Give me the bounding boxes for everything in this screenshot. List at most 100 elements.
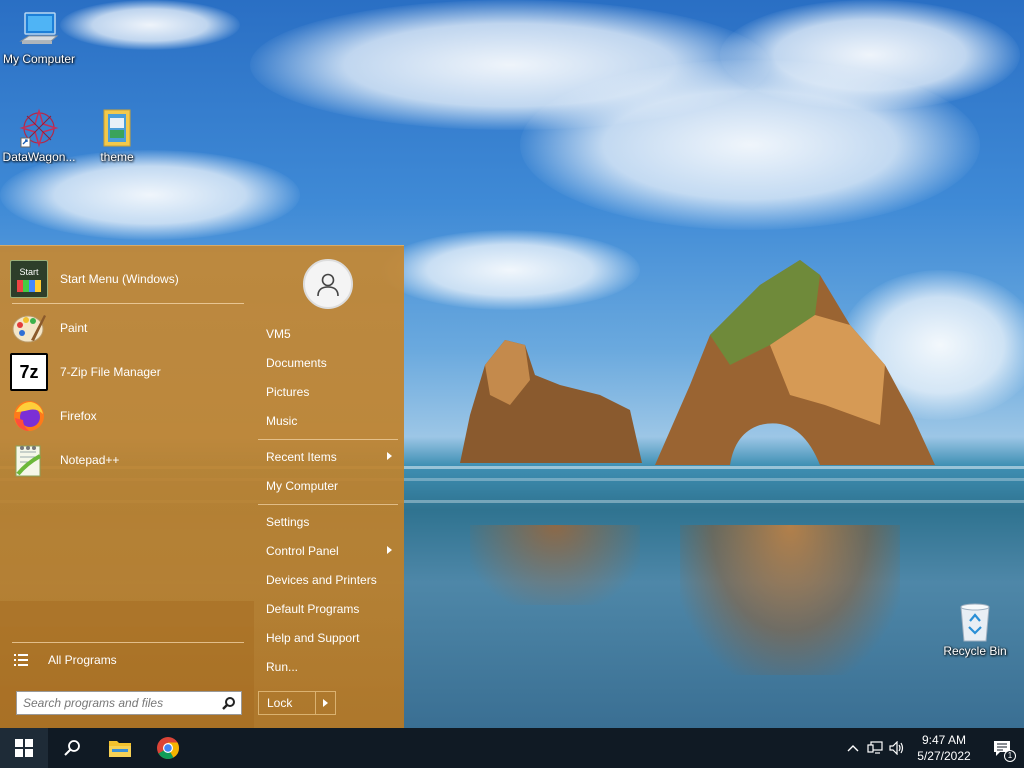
desktop-icon-label: Recycle Bin <box>943 644 1007 658</box>
file-explorer-button[interactable] <box>96 728 144 768</box>
menu-item-run[interactable]: Run... <box>258 654 398 680</box>
menu-item-settings[interactable]: Settings <box>258 509 398 535</box>
menu-item-label: Help and Support <box>266 631 360 645</box>
computer-icon <box>19 10 59 50</box>
menu-item-documents[interactable]: Documents <box>258 350 398 376</box>
menu-item-my-computer[interactable]: My Computer <box>258 473 398 499</box>
lock-button[interactable]: Lock <box>259 692 315 714</box>
pinned-separator <box>12 303 244 304</box>
desktop-icon-recycle-bin[interactable]: Recycle Bin <box>936 602 1014 658</box>
desktop-icon-theme[interactable]: theme <box>78 108 156 164</box>
all-programs-separator <box>12 642 244 643</box>
menu-item-devices-and-printers[interactable]: Devices and Printers <box>258 567 398 593</box>
menu-item-label: Settings <box>266 515 310 529</box>
menu-item-default-programs[interactable]: Default Programs <box>258 596 398 622</box>
program-paint[interactable]: Paint <box>10 307 244 349</box>
menu-item-label: Pictures <box>266 385 310 399</box>
start-menu-icon-glyph <box>17 279 41 292</box>
search-button[interactable] <box>48 728 96 768</box>
network-button[interactable] <box>864 728 886 768</box>
action-center-button[interactable]: 1 <box>980 728 1024 768</box>
all-programs-label: All Programs <box>48 653 117 667</box>
network-icon <box>867 741 883 754</box>
folder-icon <box>97 108 137 148</box>
menu-item-control-panel[interactable]: Control Panel <box>258 538 398 564</box>
wallpaper-cloud <box>60 0 240 50</box>
submenu-arrow-icon <box>387 452 392 460</box>
desktop-icon-datawagon[interactable]: DataWagon... <box>0 108 78 164</box>
wallpaper-reflection <box>680 525 900 675</box>
menu-item-label: Recent Items <box>266 450 337 464</box>
program-start-menu-windows[interactable]: Start Start Menu (Windows) <box>10 258 244 300</box>
desktop-icon-my-computer[interactable]: My Computer <box>0 10 78 66</box>
menu-item-label: My Computer <box>266 479 339 493</box>
start-menu-icon-label: Start <box>19 266 39 277</box>
lock-control: Lock <box>258 691 336 715</box>
notepadpp-icon <box>10 441 48 479</box>
volume-icon <box>889 741 904 755</box>
menu-item-vm5[interactable]: VM5 <box>258 321 398 347</box>
wallpaper-cloud <box>720 0 1020 110</box>
menu-item-label: Control Panel <box>266 544 339 558</box>
menu-item-label: Devices and Printers <box>266 573 377 587</box>
menu-item-label: Music <box>266 414 298 428</box>
desktop[interactable]: My Computer DataWagon... theme Recycle B… <box>0 0 1024 728</box>
search-box <box>16 691 242 715</box>
paint-icon <box>10 309 48 347</box>
start-menu: Start Start Menu (Windows) Paint 7z 7-Zi… <box>0 245 404 728</box>
user-avatar[interactable] <box>303 259 353 309</box>
clock-time: 9:47 AM <box>921 733 967 747</box>
lock-label: Lock <box>267 696 293 710</box>
7zip-icon: 7z <box>10 353 48 391</box>
menu-item-label: Documents <box>266 356 327 370</box>
search-input[interactable] <box>17 693 217 713</box>
volume-button[interactable] <box>886 728 908 768</box>
chrome-icon <box>157 737 179 759</box>
desktop-icon-label: theme <box>100 150 134 164</box>
desktop-icon-label: DataWagon... <box>2 150 76 164</box>
wallpaper-reflection <box>470 525 640 605</box>
chevron-up-icon <box>847 745 859 752</box>
program-label: 7-Zip File Manager <box>60 365 161 379</box>
menu-item-help-and-support[interactable]: Help and Support <box>258 625 398 651</box>
firefox-icon <box>10 397 48 435</box>
submenu-arrow-icon <box>387 546 392 554</box>
program-notepadpp[interactable]: Notepad++ <box>10 439 244 481</box>
program-7zip[interactable]: 7z 7-Zip File Manager <box>10 351 244 393</box>
menu-separator <box>258 504 398 505</box>
program-label: Start Menu (Windows) <box>60 272 179 286</box>
taskbar: 9:47 AM 5/27/2022 1 <box>0 728 1024 768</box>
menu-item-label: VM5 <box>266 327 291 341</box>
user-icon <box>317 273 339 297</box>
program-label: Paint <box>60 321 88 335</box>
notification-count-badge: 1 <box>1004 750 1016 762</box>
file-explorer-icon <box>109 741 131 757</box>
datawagon-icon <box>19 108 59 148</box>
menu-item-recent-items[interactable]: Recent Items <box>258 444 398 470</box>
program-firefox[interactable]: Firefox <box>10 395 244 437</box>
menu-item-pictures[interactable]: Pictures <box>258 379 398 405</box>
wallpaper-cloud <box>380 230 640 310</box>
program-label: Notepad++ <box>60 453 120 467</box>
start-button[interactable] <box>0 728 48 768</box>
clock-date: 5/27/2022 <box>917 749 971 763</box>
wallpaper-rock-small <box>460 340 642 463</box>
show-hidden-icons-button[interactable] <box>842 728 864 768</box>
power-options-button[interactable] <box>315 692 335 714</box>
program-label: Firefox <box>60 409 97 423</box>
start-icon <box>15 739 33 757</box>
chevron-right-icon <box>323 699 328 707</box>
system-tray: 9:47 AM 5/27/2022 1 <box>842 728 1024 768</box>
start-menu-icon: Start <box>10 260 48 298</box>
menu-separator <box>258 439 398 440</box>
chrome-button[interactable] <box>144 728 192 768</box>
menu-item-music[interactable]: Music <box>258 408 398 434</box>
start-menu-programs-pane: Start Start Menu (Windows) Paint 7z 7-Zi… <box>0 246 254 728</box>
recycle-bin-icon <box>955 602 995 642</box>
all-programs-button[interactable]: All Programs <box>14 646 244 674</box>
clock[interactable]: 9:47 AM 5/27/2022 <box>908 732 980 764</box>
7zip-icon-label: 7z <box>19 361 39 382</box>
desktop-icon-label: My Computer <box>2 52 76 66</box>
search-icon[interactable] <box>217 692 241 714</box>
list-icon <box>14 654 28 666</box>
